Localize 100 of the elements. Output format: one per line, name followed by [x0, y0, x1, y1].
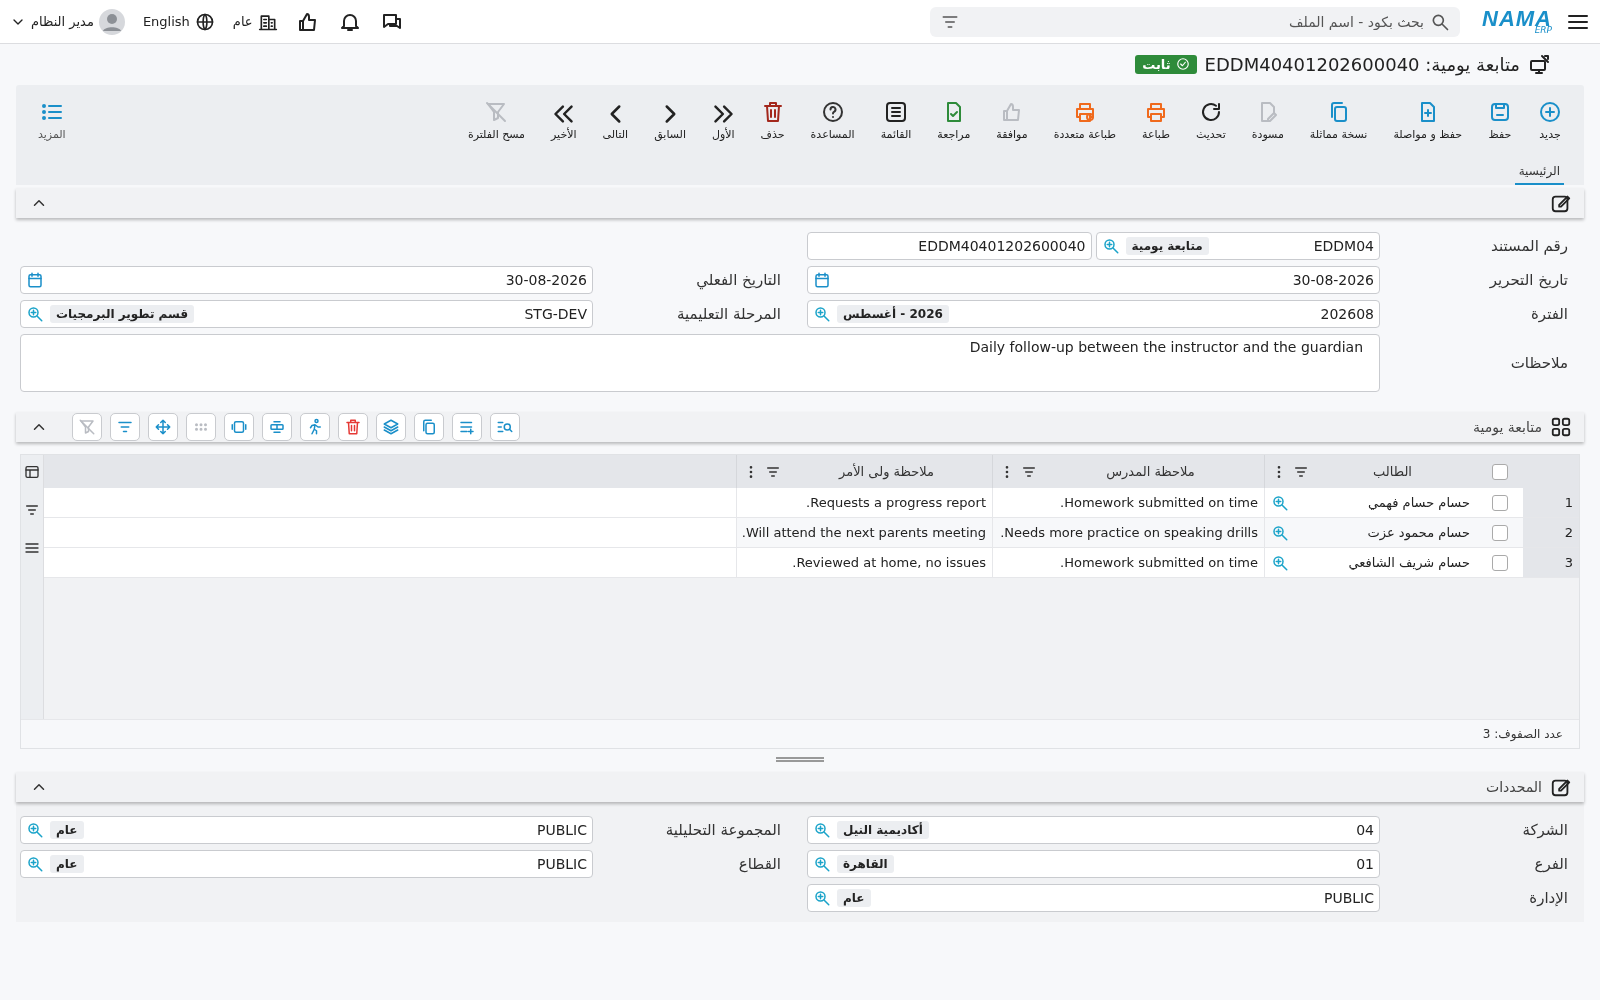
toolbar-button[interactable]: جديد: [1526, 95, 1574, 141]
field-label: الشركة: [1521, 821, 1569, 839]
toolbar-button[interactable]: التالى: [590, 95, 641, 141]
filter-off-icon: [78, 418, 96, 436]
search-plus-icon[interactable]: [26, 821, 44, 839]
grid-tool-button[interactable]: [110, 413, 140, 441]
lookup-tag: قسم تطوير البرمجيات: [50, 305, 195, 323]
field-label: التاريخ الفعلي: [695, 271, 782, 289]
search-plus-icon[interactable]: [1271, 493, 1289, 512]
lookup-tag: عام: [50, 855, 84, 873]
more-button[interactable]: المزيد: [26, 95, 78, 141]
table-cell-text: حسام شريف الشافعي: [1347, 555, 1470, 570]
toolbar-button[interactable]: السابق: [642, 95, 698, 141]
grid-tool-button[interactable]: [224, 413, 254, 441]
toolbar-button[interactable]: حذف: [748, 95, 797, 141]
lookup-tag: عام: [50, 821, 84, 839]
grid-tool-button[interactable]: [452, 413, 482, 441]
input-field[interactable]: EDDM40401202600040: [807, 232, 1092, 260]
search-field[interactable]: بحث بكود - اسم الملف: [930, 6, 1460, 37]
date-field[interactable]: 30-08-2026: [807, 266, 1380, 294]
grid-icon[interactable]: [1550, 416, 1572, 438]
toolbar-button[interactable]: الأول: [699, 95, 747, 141]
search-plus-icon[interactable]: [26, 855, 44, 873]
row-checkbox[interactable]: [1491, 524, 1508, 541]
table-cell: Will attend the next parents meeting.: [741, 525, 986, 540]
search-plus-icon[interactable]: [26, 305, 44, 323]
search-plus-icon[interactable]: [1271, 553, 1289, 572]
globe-icon[interactable]: [194, 11, 215, 32]
grid-tool-button[interactable]: [376, 413, 406, 441]
tab[interactable]: الرئيسية: [1514, 160, 1564, 185]
check-circle-icon: [1175, 57, 1190, 71]
header-checkbox[interactable]: [1491, 463, 1508, 480]
row-number: 2: [1523, 518, 1579, 547]
filter-icon[interactable]: [24, 502, 40, 518]
lookup-tag: 2026 - أغسطس: [837, 305, 949, 323]
field-label: القطاع: [737, 855, 782, 873]
table-cell-text: Reviewed at home, no issues.: [791, 555, 986, 570]
avatar-icon[interactable]: [98, 8, 125, 35]
lookup-tag: عام: [837, 889, 871, 907]
search-plus-icon[interactable]: [813, 855, 831, 873]
toolbar-button[interactable]: طباعة متعددة: [1041, 95, 1129, 141]
table-cell-text: Requests a progress report.: [805, 495, 986, 510]
grid-tool-button[interactable]: [414, 413, 444, 441]
field-label: الإدارة: [1528, 889, 1569, 907]
table-cell: Needs more practice on speaking drills.: [999, 525, 1258, 540]
search-plus-icon[interactable]: [813, 889, 831, 907]
lookup-tag: القاهرة: [837, 855, 894, 873]
toolbar-button[interactable]: مراجعة: [925, 95, 983, 141]
company-label[interactable]: عام: [232, 14, 253, 29]
toolbar-button[interactable]: حفظ: [1476, 95, 1524, 141]
text-area[interactable]: Daily follow-up between the instructor and the guardian: [20, 334, 1380, 392]
calendar-icon[interactable]: [813, 271, 831, 289]
field-label: ملاحظات: [1509, 354, 1569, 372]
calendar-icon[interactable]: [26, 271, 44, 289]
search-plus-icon[interactable]: [813, 821, 831, 839]
language-link[interactable]: English: [142, 14, 190, 29]
grid-tool-button[interactable]: [490, 413, 520, 441]
row-number: 1: [1523, 488, 1579, 517]
toolbar-button[interactable]: الأخير: [539, 95, 589, 141]
table-cell-text: Homework submitted on time.: [1059, 495, 1258, 510]
row-count: عدد الصفوف: 3: [1482, 727, 1563, 741]
field-label: تاريخ التحرير: [1488, 271, 1569, 289]
table-cell-text: حسام حسام فهمي: [1366, 495, 1470, 510]
filter-off-icon: [484, 100, 509, 124]
grid-tool-button[interactable]: [338, 413, 368, 441]
row-checkbox[interactable]: [1491, 554, 1508, 571]
search-plus-icon[interactable]: [813, 305, 831, 323]
grid-tool-button[interactable]: [300, 413, 330, 441]
section-title: المحددات: [1486, 779, 1542, 795]
toolbar-button[interactable]: حفظ و مواصلة: [1381, 95, 1474, 141]
search-plus-icon[interactable]: [1101, 237, 1120, 255]
user-name[interactable]: مدير النظام: [31, 14, 94, 29]
grid-tool-button[interactable]: [148, 413, 178, 441]
field-label: الفترة: [1530, 305, 1569, 323]
field-label: الفرع: [1533, 855, 1569, 873]
table-icon[interactable]: [24, 464, 40, 480]
row-checkbox[interactable]: [1491, 494, 1508, 511]
resize-handle[interactable]: [776, 757, 824, 762]
date-field[interactable]: 30-08-2026: [20, 266, 593, 294]
search-plus-icon[interactable]: [1271, 523, 1289, 542]
field-label: المجموعة التحليلية: [664, 821, 782, 839]
column-header[interactable]: الطالب: [1315, 464, 1470, 479]
field-label: المرحلة التعليمية: [676, 305, 782, 323]
column-header[interactable]: ملاحظة المدرس: [1043, 464, 1258, 479]
toolbar-button[interactable]: نسخة مماثلة: [1297, 95, 1380, 141]
toolbar-button[interactable]: القائمة: [868, 95, 924, 141]
table-cell-text: حسام محمود عزت: [1366, 525, 1470, 540]
table-cell-text: Homework submitted on time.: [1059, 555, 1258, 570]
toolbar-button[interactable]: المساعدة: [798, 95, 867, 141]
lookup-tag: متابعة يومية: [1125, 237, 1209, 255]
field-label: رقم المستند: [1490, 237, 1569, 255]
toolbar-button[interactable]: تحديث: [1183, 95, 1238, 141]
page-title: متابعة يومية: EDDM40401202600040: [1204, 53, 1520, 75]
section-title: متابعة يومية: [1473, 419, 1542, 435]
column-header[interactable]: ملاحظة ولى الأمر: [787, 464, 986, 479]
status-badge: ثابت: [1135, 54, 1197, 74]
lookup-tag: أكاديمية النيل: [837, 821, 929, 839]
grid-tool-button[interactable]: [262, 413, 292, 441]
toolbar-button[interactable]: طباعة: [1130, 95, 1182, 141]
row-number: 3: [1523, 548, 1579, 577]
